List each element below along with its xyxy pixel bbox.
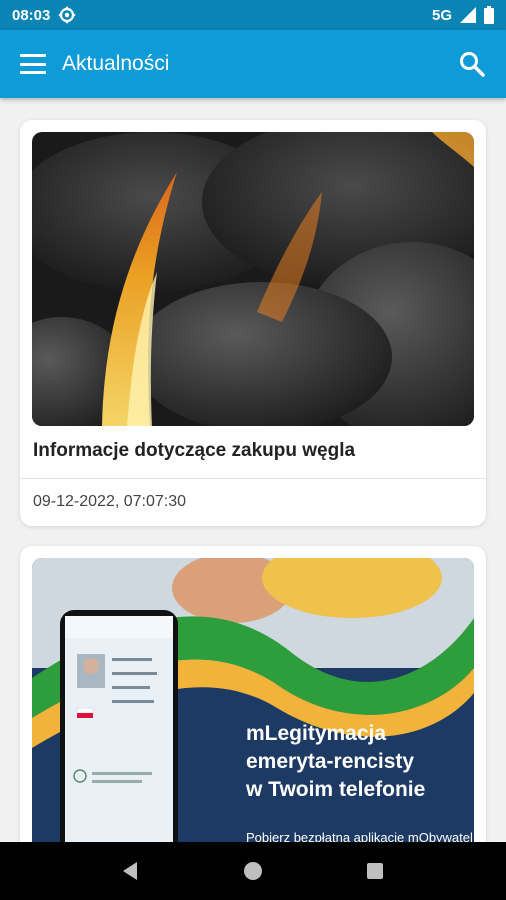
phone-mockup	[60, 610, 178, 842]
status-bar: 08:03 5G	[0, 0, 506, 30]
banner-heading: mLegitymacja	[246, 722, 386, 745]
news-banner-mlegitymacja[interactable]: mLegitymacja emeryta-rencisty w Twoim te…	[32, 558, 474, 842]
status-time: 08:03	[12, 6, 51, 24]
signal-icon	[460, 7, 476, 23]
banner-heading: emeryta-rencisty	[246, 750, 414, 773]
search-icon[interactable]	[458, 50, 486, 78]
recents-icon[interactable]	[363, 859, 387, 883]
banner-heading: w Twoim telefonie	[245, 778, 425, 801]
news-list[interactable]: Informacje dotyczące zakupu węgla 09-12-…	[0, 98, 506, 842]
battery-icon	[484, 6, 494, 24]
menu-icon[interactable]	[20, 54, 46, 74]
news-card[interactable]: mLegitymacja emeryta-rencisty w Twoim te…	[20, 546, 486, 842]
news-date: 09-12-2022, 07:07:30	[33, 493, 187, 510]
gear-icon	[59, 6, 76, 24]
back-icon[interactable]	[119, 859, 143, 883]
banner-subtext: Pobierz bezpłatną aplikację mObywatel	[246, 830, 473, 842]
home-icon[interactable]	[241, 859, 265, 883]
app-bar: Aktualności	[0, 30, 506, 98]
network-label: 5G	[431, 6, 452, 24]
divider	[20, 478, 486, 479]
system-nav-bar	[0, 842, 506, 900]
news-image-coal[interactable]	[32, 132, 474, 426]
news-card[interactable]: Informacje dotyczące zakupu węgla 09-12-…	[20, 120, 486, 526]
page-title: Aktualności	[62, 52, 170, 75]
news-title[interactable]: Informacje dotyczące zakupu węgla	[33, 440, 355, 462]
